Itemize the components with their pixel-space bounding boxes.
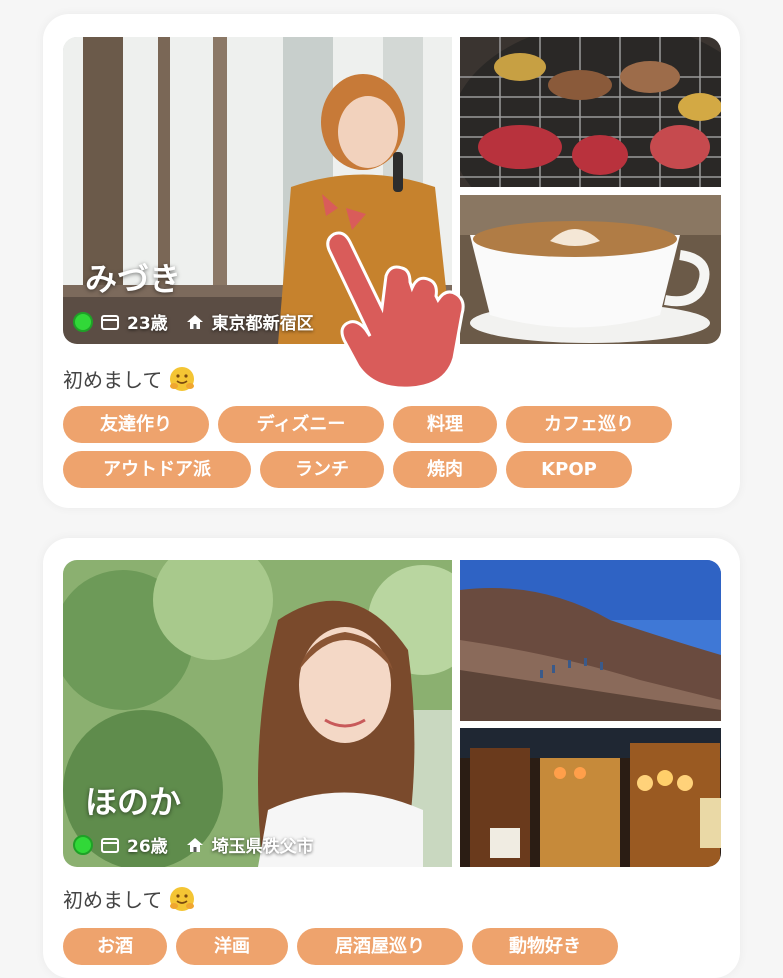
profile-name: みづき (85, 260, 182, 298)
online-status-icon (73, 834, 93, 855)
profile-age: 23歳 (127, 314, 168, 334)
profile-sub-photo[interactable] (460, 37, 721, 187)
profile-main-photo[interactable]: みづき 23歳 東京都新宿区 (63, 37, 452, 344)
interest-tag[interactable]: KPOP (506, 451, 632, 488)
profile-meta: 26歳 埼玉県秩父市 (73, 832, 314, 857)
home-icon (186, 314, 203, 329)
interest-tag[interactable]: ディズニー (218, 406, 384, 443)
interest-tag[interactable]: 友達作り (63, 406, 209, 443)
interest-tag[interactable]: アウトドア派 (63, 451, 251, 488)
calendar-icon (101, 837, 119, 853)
mountain-hiking-photo (460, 560, 721, 721)
profile-sub-photo[interactable] (460, 195, 721, 344)
interest-tag[interactable]: 動物好き (472, 928, 618, 965)
interest-tag[interactable]: 焼肉 (393, 451, 497, 488)
interest-tag[interactable]: 居酒屋巡り (297, 928, 463, 965)
profile-meta: 23歳 東京都新宿区 (73, 309, 314, 334)
profile-card-honoka[interactable]: ほのか 26歳 埼玉県秩父市 初めまして お酒 洋画 居酒屋巡り 動物好き (43, 538, 740, 978)
interest-tags: 友達作り ディズニー 料理 カフェ巡り アウトドア派 ランチ 焼肉 KPOP (63, 406, 713, 496)
interest-tag[interactable]: 料理 (393, 406, 497, 443)
interest-tag[interactable]: 洋画 (176, 928, 288, 965)
latte-art-photo (460, 195, 721, 344)
profile-location: 東京都新宿区 (211, 314, 314, 334)
profile-greeting: 初めまして (63, 364, 196, 393)
tag-row: 友達作り ディズニー 料理 カフェ巡り (63, 406, 713, 443)
hugging-face-emoji (170, 366, 195, 391)
tag-row: アウトドア派 ランチ 焼肉 KPOP (63, 451, 713, 488)
profile-greeting: 初めまして (63, 884, 196, 913)
home-icon (186, 837, 203, 852)
profile-name: ほのか (85, 783, 182, 821)
profile-sub-photo[interactable] (460, 560, 721, 721)
calendar-icon (101, 314, 119, 330)
interest-tags: お酒 洋画 居酒屋巡り 動物好き (63, 928, 713, 973)
profile-age: 26歳 (127, 837, 168, 857)
profile-main-photo[interactable]: ほのか 26歳 埼玉県秩父市 (63, 560, 452, 867)
profile-location: 埼玉県秩父市 (211, 837, 314, 857)
hugging-face-emoji (170, 886, 195, 911)
interest-tag[interactable]: カフェ巡り (506, 406, 672, 443)
tag-row: お酒 洋画 居酒屋巡り 動物好き (63, 928, 713, 965)
interest-tag[interactable]: ランチ (260, 451, 384, 488)
online-status-icon (73, 311, 93, 332)
interest-tag[interactable]: お酒 (63, 928, 167, 965)
profile-sub-photo[interactable] (460, 728, 721, 867)
profile-card-mizuki[interactable]: みづき 23歳 東京都新宿区 初めまして 友達作り ディズニー 料理 カフェ巡り… (43, 14, 740, 508)
yakiniku-grill-photo (460, 37, 721, 187)
izakaya-alley-photo (460, 728, 721, 867)
